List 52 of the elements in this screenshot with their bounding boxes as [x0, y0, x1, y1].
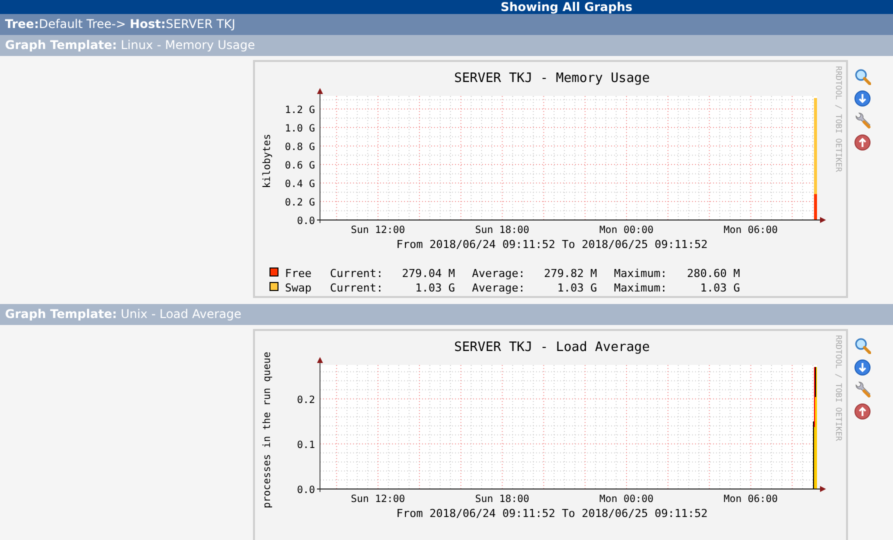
legend-value: 279.82 M [544, 267, 597, 280]
legend-value: 1.03 G [415, 282, 455, 294]
watermark-text: RRDTOOL / TOBI OETIKER [834, 66, 843, 172]
tick-label: 0.6 G [284, 160, 315, 172]
wrench-icon[interactable] [854, 381, 871, 398]
wrench-icon[interactable] [854, 112, 871, 129]
tick-label: Mon 00:00 [599, 225, 654, 236]
breadcrumb: Tree:Default Tree-> Host:SERVER TKJ [0, 14, 893, 35]
search-icon[interactable] [854, 337, 871, 354]
template-heading: Graph Template: Unix - Load Average [0, 304, 893, 325]
legend-value: 279.04 M [402, 267, 455, 280]
tick-label: 0.0 [296, 216, 315, 227]
tick-label: 0.8 G [284, 142, 315, 153]
tick-label: 1.2 G [284, 104, 315, 116]
tick-label: 0.2 [296, 394, 315, 406]
legend-label: Current: [330, 267, 383, 280]
tick-label: Sun 18:00 [475, 494, 530, 505]
legend-label: Current: [330, 282, 383, 294]
watermark-text: RRDTOOL / TOBI OETIKER [834, 335, 843, 441]
legend-value: 280.60 M [687, 267, 740, 280]
template-heading: Graph Template: Linux - Memory Usage [0, 35, 893, 56]
tick-label: 0.0 [296, 485, 315, 496]
time-range: From 2018/06/24 09:11:52 To 2018/06/25 09:11:52 [396, 507, 708, 520]
time-range: From 2018/06/24 09:11:52 To 2018/06/25 09:11:52 [396, 238, 708, 251]
legend-name: Swap [285, 282, 312, 294]
arrow-up-circle-icon[interactable] [854, 403, 871, 420]
tick-label: 0.2 G [284, 198, 315, 208]
legend-value: 1.03 G [557, 282, 597, 294]
legend-label: Maximum: [614, 267, 667, 280]
tick-label: Sun 12:00 [350, 225, 406, 236]
arrow-down-circle-icon[interactable] [854, 90, 871, 107]
search-icon[interactable] [854, 68, 871, 85]
graph-title: SERVER TKJ - Memory Usage [454, 71, 650, 86]
legend-label: Maximum: [614, 282, 667, 294]
axis-label: kilobytes [262, 134, 273, 188]
legend-value: 1.03 G [700, 282, 740, 294]
legend-name: Free [285, 267, 312, 280]
tick-label: 0.4 G [284, 178, 315, 190]
arrow-up-circle-icon[interactable] [854, 134, 871, 151]
axis-label: processes in the run queue [262, 352, 273, 508]
tick-label: 1.0 G [284, 123, 315, 134]
tick-label: Mon 06:00 [724, 494, 778, 505]
graph-title: SERVER TKJ - Load Average [454, 340, 650, 355]
tick-label: Sun 18:00 [475, 225, 530, 236]
tick-label: 0.1 [296, 440, 315, 451]
tick-label: Mon 00:00 [599, 494, 654, 505]
tick-label: Sun 12:00 [350, 494, 406, 505]
legend-label: Average: [472, 267, 525, 280]
legend-label: Average: [472, 282, 525, 294]
arrow-down-circle-icon[interactable] [854, 359, 871, 376]
page-title: Showing All Graphs [0, 0, 893, 14]
tick-label: Mon 06:00 [724, 225, 778, 236]
